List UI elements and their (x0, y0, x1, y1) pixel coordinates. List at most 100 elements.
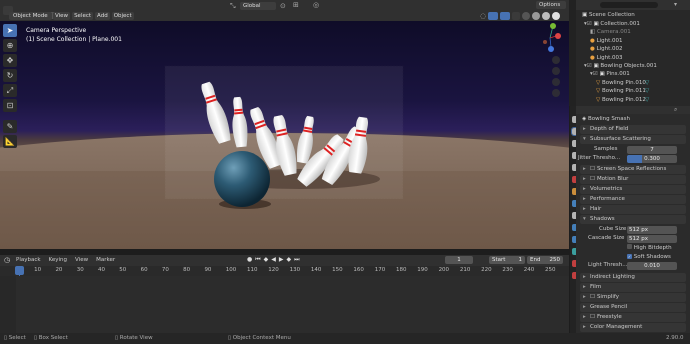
scene-collection-label: Scene Collection (588, 12, 635, 18)
shading-solid-icon[interactable] (532, 11, 541, 20)
jump-end-icon[interactable]: ⏭ (294, 256, 299, 264)
simplify-checkbox[interactable]: ☐ (590, 294, 595, 300)
keying-menu[interactable]: Keying (49, 256, 67, 264)
outliner-row[interactable]: ● Light.002 (590, 45, 623, 53)
menu-view[interactable]: View (53, 12, 71, 20)
overlay-icon[interactable] (500, 11, 511, 20)
current-frame-field[interactable]: 1 (445, 256, 473, 264)
playhead-handle[interactable] (15, 266, 24, 275)
color-management-panel[interactable]: ▸ Color Management (580, 323, 686, 332)
shading-material-icon[interactable] (542, 11, 551, 20)
outliner-row[interactable]: ▾☑ ▣ Collection.001 (584, 20, 640, 28)
outliner-row[interactable]: ◧ Camera.001 (590, 28, 631, 36)
frame-tick-label: 80 (183, 267, 191, 273)
shading-rendered-icon[interactable] (552, 11, 561, 20)
outliner-row[interactable]: ● Light.003 (590, 54, 623, 62)
scene-name-label: Bowling Smash (587, 116, 630, 122)
marker-menu[interactable]: Marker (96, 256, 115, 264)
freestyle-panel[interactable]: ▸ ☐ Freestyle (580, 313, 686, 322)
playback-menu[interactable]: Playback (16, 256, 41, 264)
timeline-ruler[interactable]: 1102030405060708090100110120130140150160… (0, 266, 569, 276)
shadows-panel[interactable]: ▾ Shadows (580, 215, 686, 224)
volumetrics-panel[interactable]: ▸ Volumetrics (580, 185, 686, 194)
outliner-row[interactable]: ▾☑ ▣ Pins.001 (590, 70, 630, 78)
high-bitdepth-row[interactable]: High Bitdepth (627, 244, 672, 252)
end-frame-field[interactable]: End 250 (527, 256, 563, 264)
timeline-editor-icon[interactable]: ◷ (4, 256, 10, 264)
transform-icon[interactable]: ⤡ (230, 2, 238, 10)
properties-search-icon[interactable]: ⌕ (674, 106, 677, 114)
proportional-icon[interactable]: ◎ (313, 1, 319, 9)
cursor-tool-icon[interactable]: ⊕ (3, 39, 17, 52)
next-key-icon[interactable]: ◆ (287, 256, 292, 264)
options-dropdown[interactable]: Options (536, 1, 566, 9)
visibility-icon[interactable]: ◌ (480, 12, 486, 20)
outliner-row[interactable]: ▾☑ ▣ Bowling Objects.001 (584, 62, 657, 70)
shading-toggles[interactable]: ◌ (480, 11, 568, 20)
outliner-visibility-column[interactable] (678, 20, 688, 104)
motion-blur-panel[interactable]: ▸ ☐ Motion Blur (580, 175, 686, 184)
play-reverse-icon[interactable]: ◀ (271, 256, 276, 264)
outliner-row[interactable]: ● Light.001 (590, 37, 623, 45)
outliner-row[interactable]: ▽ Bowling Pin.011 ▽ (596, 87, 649, 95)
start-frame-field[interactable]: Start 1 (489, 256, 525, 264)
outliner-toggle-icon[interactable]: ▾☑ (584, 21, 592, 27)
screen-space-panel[interactable]: ▸ ☐ Screen Space Reflections (580, 165, 686, 174)
pivot-icon[interactable]: ⊙ (280, 2, 286, 10)
simplify-panel[interactable]: ▸ ☐ Simplify (580, 293, 686, 302)
motion-blur-checkbox[interactable]: ☐ (590, 176, 595, 182)
outliner-search-input[interactable] (600, 2, 658, 8)
measure-tool-icon[interactable]: 📐 (3, 135, 17, 148)
move-tool-icon[interactable]: ✥ (3, 54, 17, 67)
gizmo-icon[interactable] (488, 11, 499, 20)
timeline-view-menu[interactable]: View (75, 256, 88, 264)
high-bitdepth-checkbox[interactable] (627, 244, 632, 249)
rotate-tool-icon[interactable]: ↻ (3, 69, 17, 82)
outliner-row-label: Bowling Pin.010 (601, 79, 646, 86)
outliner-filter-bar: ▾ (576, 0, 690, 10)
viewport-nav-buttons[interactable] (552, 56, 560, 97)
navigation-gizmo[interactable] (543, 23, 561, 52)
xray-icon[interactable] (512, 11, 521, 20)
3d-viewport[interactable]: ➤ ⊕ ✥ ↻ ⤢ ⊡ ✎ 📐 Camera Perspective (1) S… (0, 21, 569, 249)
cascade-size-dropdown[interactable]: 512 px (627, 235, 677, 243)
jump-start-icon[interactable]: ⏮ (255, 256, 260, 264)
hair-panel[interactable]: ▸ Hair (580, 205, 686, 214)
orientation-dropdown[interactable]: Global (240, 2, 276, 10)
ssr-checkbox[interactable]: ☐ (590, 166, 595, 172)
timeline-area[interactable] (0, 266, 569, 333)
grease-pencil-panel[interactable]: ▸ Grease Pencil (580, 303, 686, 312)
menu-select[interactable]: Select (72, 12, 94, 20)
light-thresh-field[interactable]: 0.010 (627, 262, 677, 270)
snap-icon[interactable]: ⊞ (293, 1, 299, 9)
subsurface-panel[interactable]: ▾ Subsurface Scattering (580, 135, 686, 144)
cube-size-dropdown[interactable]: 512 px (627, 226, 677, 234)
select-tool-icon[interactable]: ➤ (3, 24, 17, 37)
soft-shadows-checkbox[interactable]: ✓ (627, 254, 632, 259)
annotate-tool-icon[interactable]: ✎ (3, 120, 17, 133)
jitter-slider[interactable]: 0.300 (627, 155, 677, 163)
outliner-row[interactable]: ▽ Bowling Pin.012 ▽ (596, 96, 649, 104)
outliner-toggle-icon[interactable]: ▾☑ (584, 63, 592, 69)
filter-icon[interactable]: ▾ (674, 1, 677, 8)
play-icon[interactable]: ▶ (279, 256, 284, 264)
samples-field[interactable]: 7 (627, 146, 677, 154)
indirect-lighting-panel[interactable]: ▸ Indirect Lighting (580, 273, 686, 282)
freestyle-checkbox[interactable]: ☐ (590, 314, 595, 320)
record-icon[interactable]: ● (247, 256, 252, 264)
soft-shadows-row[interactable]: ✓ Soft Shadows (627, 253, 671, 261)
scale-tool-icon[interactable]: ⤢ (3, 84, 17, 97)
prev-key-icon[interactable]: ◆ (264, 256, 269, 264)
film-panel[interactable]: ▸ Film (580, 283, 686, 292)
depth-of-field-panel[interactable]: ▸ Depth of Field (580, 125, 686, 134)
scene-icon: ◈ (582, 116, 587, 122)
outliner-row[interactable]: ▽ Bowling Pin.010 ▽ (596, 79, 649, 87)
outliner-scene-collection[interactable]: ▣ Scene Collection (582, 11, 635, 19)
menu-object[interactable]: Object (111, 12, 134, 20)
transform-tool-icon[interactable]: ⊡ (3, 99, 17, 112)
outliner-toggle-icon[interactable]: ▾☑ (590, 71, 598, 77)
performance-panel[interactable]: ▸ Performance (580, 195, 686, 204)
menu-add[interactable]: Add (95, 12, 110, 20)
shading-wire-icon[interactable] (522, 11, 531, 20)
mode-dropdown[interactable]: Object Mode (9, 12, 52, 20)
